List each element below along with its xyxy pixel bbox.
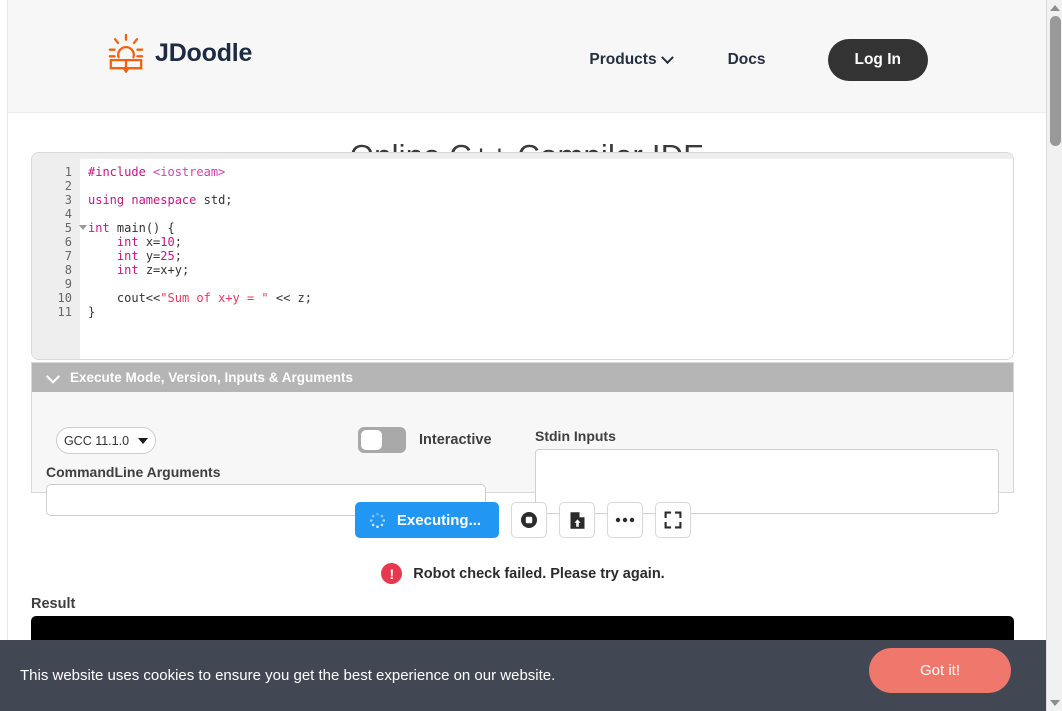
interactive-toggle-label: Interactive bbox=[419, 432, 492, 448]
line-number: 1 bbox=[64, 165, 72, 179]
code-line: int main() { bbox=[88, 221, 175, 235]
spinner-icon bbox=[369, 512, 386, 529]
code-line: using namespace std; bbox=[88, 193, 233, 207]
page-scrollbar[interactable] bbox=[1046, 0, 1062, 711]
line-number-label: 5 bbox=[64, 221, 72, 235]
chevron-down-icon bbox=[45, 369, 61, 384]
code-editor-card[interactable]: 1 2 3 4 5 6 7 8 9 10 11 #include <iostre… bbox=[31, 152, 1014, 360]
result-label: Result bbox=[31, 596, 76, 612]
scroll-up-arrow-icon[interactable] bbox=[1050, 5, 1060, 11]
open-file-button[interactable] bbox=[559, 502, 596, 538]
action-button-row: Executing... bbox=[0, 502, 1046, 538]
status-message-text: Robot check failed. Please try again. bbox=[413, 565, 665, 582]
language-version-value: GCC 11.1.0 bbox=[63, 433, 130, 448]
fullscreen-icon bbox=[664, 511, 682, 529]
fullscreen-button[interactable] bbox=[655, 502, 692, 538]
stdin-inputs-label: Stdin Inputs bbox=[535, 428, 616, 444]
error-exclamation-icon: ! bbox=[381, 563, 403, 584]
line-number: 10 bbox=[57, 291, 72, 305]
line-number: 9 bbox=[64, 277, 72, 291]
nav-item-docs-label: Docs bbox=[727, 51, 766, 68]
brand-name: JDoodle bbox=[155, 38, 253, 67]
settings-panel: Execute Mode, Version, Inputs & Argument… bbox=[31, 362, 1014, 516]
app-root: JDoodle Products Docs Log In Online C++ … bbox=[0, 0, 1062, 711]
line-number: 2 bbox=[64, 179, 72, 193]
code-line: cout<<"Sum of x+y = " << z; bbox=[116, 291, 312, 305]
more-options-button[interactable] bbox=[607, 502, 644, 538]
file-upload-icon bbox=[569, 511, 586, 530]
brand-logo[interactable]: JDoodle bbox=[107, 33, 252, 73]
main-nav: Products Docs Log In bbox=[589, 39, 928, 81]
site-header: JDoodle Products Docs Log In bbox=[8, 0, 1046, 113]
execute-button[interactable]: Executing... bbox=[354, 502, 500, 538]
stop-button[interactable] bbox=[511, 502, 548, 538]
login-button[interactable]: Log In bbox=[827, 39, 928, 81]
cookie-accept-button[interactable]: Got it! bbox=[869, 648, 1011, 693]
scrollbar-thumb[interactable] bbox=[1050, 16, 1061, 146]
code-line: int z=x+y; bbox=[116, 263, 190, 277]
code-line: int x=10; bbox=[116, 235, 182, 249]
line-number: 4 bbox=[64, 207, 72, 221]
settings-body: GCC 11.1.0 Interactive CommandLine Argum… bbox=[32, 392, 1013, 516]
nav-item-products-label: Products bbox=[589, 51, 657, 68]
chevron-down-icon bbox=[138, 437, 149, 444]
sun-book-logo-icon bbox=[107, 33, 145, 73]
interactive-toggle[interactable] bbox=[358, 427, 406, 453]
line-number: 6 bbox=[64, 235, 72, 249]
nav-item-products[interactable]: Products bbox=[589, 43, 674, 77]
toggle-knob bbox=[361, 430, 382, 450]
settings-accordion-title: Execute Mode, Version, Inputs & Argument… bbox=[70, 370, 354, 385]
code-line: int y=25; bbox=[116, 249, 182, 263]
language-version-select[interactable]: GCC 11.1.0 bbox=[56, 427, 156, 454]
status-message-row: ! Robot check failed. Please try again. bbox=[0, 563, 1046, 584]
line-number: 8 bbox=[64, 263, 72, 277]
stop-icon bbox=[520, 511, 538, 529]
settings-accordion-header[interactable]: Execute Mode, Version, Inputs & Argument… bbox=[32, 363, 1013, 392]
execute-button-label: Executing... bbox=[396, 511, 482, 529]
ellipsis-icon bbox=[615, 517, 635, 523]
line-number-gutter: 1 2 3 4 5 6 7 8 9 10 11 bbox=[32, 159, 87, 359]
code-line: } bbox=[88, 305, 96, 319]
nav-item-docs[interactable]: Docs bbox=[728, 43, 766, 77]
line-number: 7 bbox=[64, 249, 72, 263]
line-number: 5 bbox=[32, 221, 87, 235]
scroll-down-arrow-icon[interactable] bbox=[1050, 700, 1060, 706]
interactive-toggle-group[interactable]: Interactive bbox=[358, 427, 492, 453]
code-editor[interactable]: 1 2 3 4 5 6 7 8 9 10 11 #include <iostre… bbox=[32, 159, 1013, 359]
code-text-area[interactable]: #include <iostream> using namespace std;… bbox=[80, 159, 1013, 359]
cookie-consent-message: This website uses cookies to ensure you … bbox=[20, 667, 556, 684]
code-line: #include <iostream> bbox=[88, 165, 226, 179]
line-number: 3 bbox=[64, 193, 72, 207]
line-number: 11 bbox=[57, 305, 72, 319]
commandline-arguments-label: CommandLine Arguments bbox=[46, 464, 221, 480]
page-left-gutter bbox=[0, 0, 8, 711]
chevron-down-icon bbox=[660, 50, 674, 64]
